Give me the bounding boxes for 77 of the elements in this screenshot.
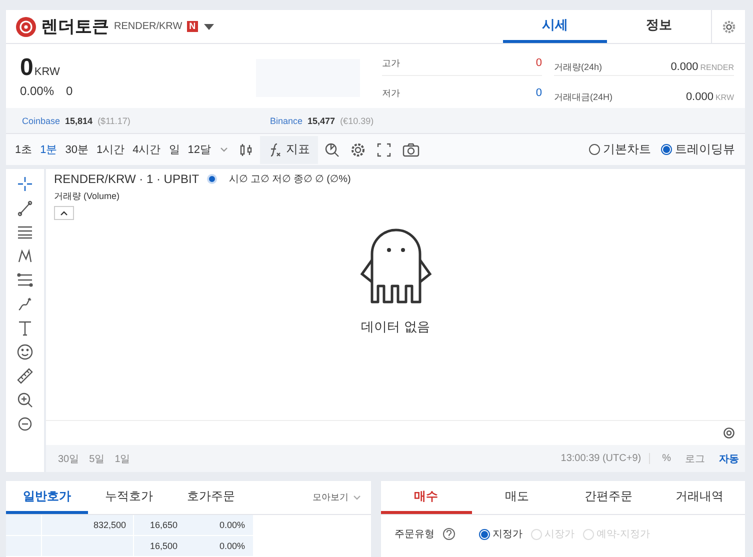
group-dropdown[interactable]: 모아보기	[302, 481, 370, 514]
help-icon[interactable]	[442, 528, 454, 540]
exchange-price: 15,477	[308, 116, 336, 126]
stat-label: 거래량(24h)	[554, 61, 602, 74]
orderbook-tab[interactable]: 누적호가	[88, 481, 170, 514]
interval-button[interactable]: 30분	[62, 142, 92, 157]
zoom-in-icon[interactable]	[16, 391, 34, 409]
order-tab[interactable]: 간편주문	[562, 481, 654, 514]
change-rate: 0.00%	[20, 84, 54, 98]
coin-logo-icon	[16, 16, 36, 36]
change-amount: 0	[66, 84, 73, 98]
exchange-name: Coinbase	[22, 116, 60, 126]
stat-value: 0	[536, 87, 542, 99]
stat-value: 0.000	[686, 91, 714, 103]
coin-name: 렌더토큰	[41, 16, 109, 38]
ohlc-values: 시∅ 고∅ 저∅ 종∅ ∅ (∅%)	[229, 173, 351, 186]
indicator-button[interactable]: 지표	[260, 136, 318, 164]
stat-label: 거래대금(24H)	[554, 91, 613, 104]
exchange-price: 15,814	[65, 116, 93, 126]
function-icon	[268, 142, 282, 158]
pattern-icon[interactable]	[16, 247, 34, 265]
order-price: 16,650	[150, 520, 178, 530]
status-dot-icon	[207, 174, 218, 184]
fullscreen-icon[interactable]	[376, 142, 392, 158]
chart-time: 13:00:39 (UTC+9)	[560, 453, 650, 464]
crosshair-icon[interactable]	[16, 175, 34, 193]
price-unit: KRW	[34, 66, 60, 78]
interval-button[interactable]: 4시간	[130, 142, 164, 157]
order-rate: 0.00%	[219, 541, 245, 551]
converted-price: ($11.17)	[98, 116, 130, 126]
tab[interactable]: 정보	[607, 10, 711, 43]
order-tab[interactable]: 매수	[380, 481, 472, 514]
ruler-icon[interactable]	[16, 367, 34, 385]
order-type-radio[interactable]: 지정가	[478, 527, 522, 541]
stat-value: 0.000	[670, 61, 698, 73]
candlestick-icon[interactable]	[238, 142, 254, 158]
camera-icon[interactable]	[402, 142, 420, 158]
interval-button[interactable]: 일	[166, 142, 183, 157]
chart-mode-radio[interactable]: 기본차트	[585, 141, 655, 158]
new-badge: N	[187, 21, 198, 32]
current-price: 0	[20, 54, 34, 81]
stat-unit: KRW	[715, 93, 734, 102]
orderbook-tab[interactable]: 호가주문	[170, 481, 252, 514]
interval-button[interactable]: 1시간	[94, 142, 128, 157]
interval-button[interactable]: 1분	[37, 142, 60, 157]
order-tab[interactable]: 매도	[472, 481, 563, 514]
empty-message: 데이터 없음	[361, 318, 430, 336]
volume-label: 거래량 (Volume)	[54, 190, 121, 203]
order-price: 16,500	[150, 541, 178, 551]
tab[interactable]: 시세	[503, 10, 607, 43]
chevron-down-icon[interactable]	[220, 147, 228, 152]
chart-mode-radio[interactable]: 트레이딩뷰	[657, 141, 739, 158]
interval-button[interactable]: 12달	[184, 142, 214, 157]
order-tab[interactable]: 거래내역	[654, 481, 745, 514]
scale-button[interactable]: 자동	[717, 452, 741, 466]
stat-unit: RENDER	[700, 63, 734, 72]
stat-label: 고가	[382, 57, 400, 70]
trend-line-icon[interactable]	[16, 199, 34, 217]
chevron-up-icon	[60, 210, 68, 216]
fib-lines-icon[interactable]	[16, 271, 34, 289]
collapse-button[interactable]	[54, 206, 74, 220]
exchange-name: Binance	[270, 116, 303, 126]
converted-price: (€10.39)	[340, 116, 374, 126]
brush-icon[interactable]	[16, 295, 34, 313]
interval-button[interactable]: 1초	[12, 142, 36, 157]
question-mark-icon	[446, 530, 452, 538]
smiley-icon[interactable]	[16, 343, 34, 361]
stat-label: 저가	[382, 87, 400, 100]
caret-icon[interactable]	[202, 22, 215, 30]
order-volume: 832,500	[93, 520, 126, 530]
chart-symbol: RENDER/KRW · 1 · UPBIT	[54, 172, 200, 186]
pair-label: RENDER/KRW	[114, 21, 182, 32]
chevron-down-icon	[352, 495, 360, 500]
order-type-label: 주문유형	[394, 528, 434, 541]
order-rate: 0.00%	[219, 520, 245, 530]
stat-value: 0	[536, 57, 542, 69]
text-tool-icon[interactable]	[16, 319, 34, 337]
